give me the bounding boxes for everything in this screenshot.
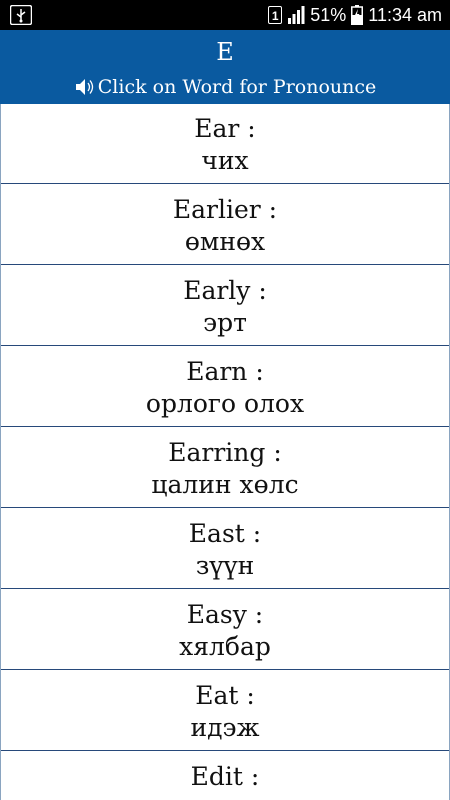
status-icons: 1 51% 11:34 am [268,0,442,30]
word-english: Earring : [168,438,282,467]
page-title: E [216,38,234,66]
word-english: Easy : [186,600,264,629]
word-item-ear[interactable]: Ear : чих [1,104,449,184]
word-english: Eat : [195,681,255,710]
word-english: Edit : [190,762,260,791]
word-item-east[interactable]: East : зүүн [1,509,449,589]
battery-charging-icon [351,5,364,25]
battery-percent: 51% [310,4,347,25]
word-translation: зүүн [195,551,255,580]
status-bar: 1 51% 11:34 am [0,0,450,30]
word-translation: хялбар [179,632,271,661]
word-english: East : [188,519,262,548]
pronounce-hint-text: Click on Word for Pronounce [97,76,377,98]
pronounce-hint: Click on Word for Pronounce [0,74,450,100]
sim-indicator: 1 [268,6,283,24]
speaker-icon [75,79,93,95]
word-english: Early : [183,276,267,305]
word-english: Ear : [194,114,256,143]
word-translation: орлого олох [145,389,305,418]
word-english: Earlier : [172,195,278,224]
word-translation: эрт [203,308,247,337]
word-translation: идэж [190,713,260,742]
word-item-eat[interactable]: Eat : идэж [1,671,449,751]
word-item-earn[interactable]: Earn : орлого олох [1,347,449,427]
word-list: Ear : чих Earlier : өмнөх Early : эрт Ea… [0,104,450,800]
word-translation: өмнөх [184,227,266,256]
word-item-early[interactable]: Early : эрт [1,266,449,346]
word-english: Earn : [186,357,264,386]
word-translation: чих [201,146,249,175]
word-item-easy[interactable]: Easy : хялбар [1,590,449,670]
word-item-earring[interactable]: Earring : цалин хөлс [1,428,449,508]
word-translation: цалин хөлс [151,470,299,499]
signal-icon [288,6,305,24]
status-time: 11:34 am [368,4,442,25]
usb-icon [10,5,32,25]
word-item-earlier[interactable]: Earlier : өмнөх [1,185,449,265]
word-item-edit[interactable]: Edit : [1,752,449,800]
app-header: E Click on Word for Pronounce [0,30,450,104]
